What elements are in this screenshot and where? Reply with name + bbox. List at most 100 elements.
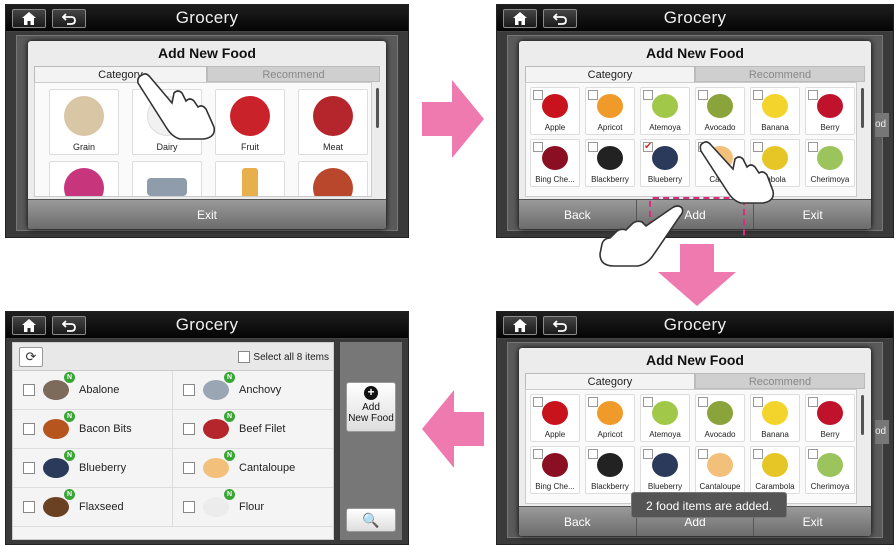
- food-checkbox[interactable]: [698, 397, 708, 407]
- back-dialog-button[interactable]: Back: [519, 507, 637, 536]
- food-tile[interactable]: Apple: [530, 87, 580, 135]
- food-label: Avocado: [704, 123, 736, 132]
- tab-category[interactable]: Category: [525, 66, 695, 82]
- tab-category[interactable]: Category: [525, 373, 695, 389]
- item-checkbox[interactable]: [183, 384, 195, 396]
- drink-icon: [242, 168, 258, 196]
- tab-recommend[interactable]: Recommend: [695, 66, 865, 82]
- food-checkbox[interactable]: [533, 142, 543, 152]
- food-tile[interactable]: Atemoya: [640, 87, 690, 135]
- new-badge: N: [64, 450, 75, 461]
- food-icon: [652, 453, 678, 477]
- grain-icon: [64, 96, 104, 136]
- list-item[interactable]: N Beef Filet: [173, 410, 333, 449]
- food-checkbox[interactable]: [698, 90, 708, 100]
- food-tile[interactable]: Berry: [805, 394, 855, 442]
- item-checkbox[interactable]: [23, 423, 35, 435]
- food-tile[interactable]: Blueberry: [640, 446, 690, 494]
- food-tile[interactable]: Blackberry: [585, 139, 635, 187]
- item-checkbox[interactable]: [23, 501, 35, 513]
- background-side-text: od: [875, 420, 889, 444]
- food-checkbox[interactable]: ✔: [643, 142, 653, 152]
- food-tile[interactable]: Bing Che...: [530, 446, 580, 494]
- food-tile[interactable]: Bing Che...: [530, 139, 580, 187]
- select-all[interactable]: Select all 8 items: [238, 351, 329, 363]
- dialog-title: Add New Food: [646, 45, 744, 61]
- list-item[interactable]: N Flour: [173, 488, 333, 527]
- food-tile[interactable]: Cherimoya: [805, 139, 855, 187]
- category-tile-fruit[interactable]: Fruit: [215, 89, 285, 155]
- food-icon: [652, 401, 678, 425]
- item-checkbox[interactable]: [183, 423, 195, 435]
- food-checkbox[interactable]: [588, 449, 598, 459]
- screen-category-picker: Grocery Add New Food Category Recommend …: [5, 4, 409, 238]
- list-item[interactable]: N Bacon Bits: [13, 410, 173, 449]
- exit-button[interactable]: Exit: [28, 200, 386, 229]
- food-icon: [652, 146, 678, 170]
- food-checkbox[interactable]: [808, 90, 818, 100]
- list-item[interactable]: N Cantaloupe: [173, 449, 333, 488]
- food-checkbox[interactable]: [753, 90, 763, 100]
- search-button[interactable]: 🔍: [346, 508, 396, 532]
- scrollbar[interactable]: [376, 88, 379, 128]
- new-badge: N: [224, 489, 235, 500]
- food-checkbox[interactable]: [753, 397, 763, 407]
- food-tile[interactable]: Berry: [805, 87, 855, 135]
- tab-recommend[interactable]: Recommend: [695, 373, 865, 389]
- food-icon: [707, 94, 733, 118]
- tab-recommend[interactable]: Recommend: [207, 66, 380, 82]
- food-tile[interactable]: Apricot: [585, 394, 635, 442]
- food-tile[interactable]: Avocado: [695, 394, 745, 442]
- category-tile[interactable]: [49, 161, 119, 196]
- category-tile[interactable]: [298, 161, 368, 196]
- food-tile[interactable]: Banana: [750, 87, 800, 135]
- food-label: Cherimoya: [810, 482, 850, 491]
- item-checkbox[interactable]: [23, 384, 35, 396]
- food-checkbox[interactable]: [533, 90, 543, 100]
- food-checkbox[interactable]: [588, 397, 598, 407]
- sync-button[interactable]: ⟳: [19, 347, 43, 367]
- add-new-food-button[interactable]: + Add New Food: [346, 382, 396, 432]
- screen-food-added: Grocery od Add New Food Category Recomme…: [496, 311, 894, 545]
- list-item[interactable]: N Anchovy: [173, 371, 333, 410]
- food-tile[interactable]: Cantaloupe: [695, 446, 745, 494]
- category-tile[interactable]: [132, 161, 202, 196]
- food-tile[interactable]: ✔ Blueberry: [640, 139, 690, 187]
- food-checkbox[interactable]: [698, 449, 708, 459]
- food-tile[interactable]: Avocado: [695, 87, 745, 135]
- food-checkbox[interactable]: [808, 142, 818, 152]
- item-checkbox[interactable]: [183, 462, 195, 474]
- food-checkbox[interactable]: [643, 397, 653, 407]
- list-item[interactable]: N Abalone: [13, 371, 173, 410]
- food-checkbox[interactable]: [753, 449, 763, 459]
- scrollbar[interactable]: [861, 395, 864, 435]
- food-tile[interactable]: Atemoya: [640, 394, 690, 442]
- category-tile-meat[interactable]: Meat: [298, 89, 368, 155]
- food-checkbox[interactable]: [533, 397, 543, 407]
- food-tile[interactable]: Apple: [530, 394, 580, 442]
- food-checkbox[interactable]: [588, 142, 598, 152]
- food-icon: [762, 453, 788, 477]
- food-tile[interactable]: Banana: [750, 394, 800, 442]
- food-checkbox[interactable]: [643, 90, 653, 100]
- food-checkbox[interactable]: [643, 449, 653, 459]
- item-checkbox[interactable]: [23, 462, 35, 474]
- list-item[interactable]: N Flaxseed: [13, 488, 173, 527]
- food-tile[interactable]: Blackberry: [585, 446, 635, 494]
- food-checkbox[interactable]: [588, 90, 598, 100]
- food-label: Avocado: [704, 430, 736, 439]
- list-item[interactable]: N Blueberry: [13, 449, 173, 488]
- food-checkbox[interactable]: [533, 449, 543, 459]
- dialog-tabs: Category Recommend: [525, 373, 865, 389]
- scrollbar[interactable]: [861, 88, 864, 128]
- category-tile[interactable]: [215, 161, 285, 196]
- food-tile[interactable]: Carambola: [750, 446, 800, 494]
- category-tile-grain[interactable]: Grain: [49, 89, 119, 155]
- food-checkbox[interactable]: [808, 449, 818, 459]
- item-checkbox[interactable]: [183, 501, 195, 513]
- food-checkbox[interactable]: [808, 397, 818, 407]
- food-tile[interactable]: Apricot: [585, 87, 635, 135]
- select-all-checkbox[interactable]: [238, 351, 251, 363]
- food-tile[interactable]: Cherimoya: [805, 446, 855, 494]
- item-label: Anchovy: [239, 384, 282, 396]
